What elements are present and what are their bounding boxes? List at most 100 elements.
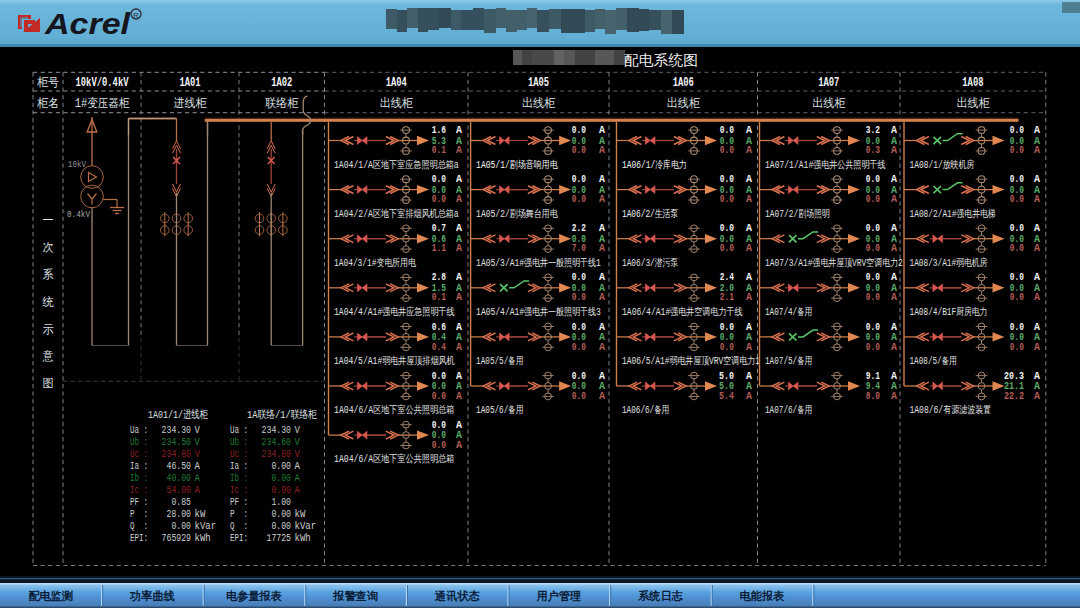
svg-text:1A08/5/备用: 1A08/5/备用 [910, 356, 958, 367]
svg-text:0.0: 0.0 [866, 174, 880, 185]
svg-text:A: A [746, 391, 752, 402]
svg-text:1A06/3/潜污泵: 1A06/3/潜污泵 [622, 257, 679, 269]
svg-text:0.0: 0.0 [866, 342, 880, 353]
svg-text:V: V [295, 436, 301, 448]
svg-text:A: A [891, 391, 897, 402]
svg-text:0.0: 0.0 [432, 420, 446, 431]
svg-text:报警查询: 报警查询 [332, 590, 378, 603]
svg-text:A: A [1034, 145, 1040, 156]
svg-text:0.4: 0.4 [432, 342, 446, 353]
svg-text:V: V [295, 424, 301, 436]
svg-text:234.30: 234.30 [162, 424, 191, 436]
svg-text:0.0: 0.0 [572, 272, 586, 283]
svg-text:0.0: 0.0 [720, 145, 734, 156]
svg-text:A: A [746, 342, 752, 353]
svg-text:1A01/1/进线柜: 1A01/1/进线柜 [148, 408, 208, 421]
svg-text:234.80: 234.80 [262, 448, 291, 460]
svg-text:A: A [891, 194, 897, 205]
svg-text:0.3: 0.3 [866, 145, 880, 156]
svg-text:1A04/5/A1#弱电井屋顶排烟风机: 1A04/5/A1#弱电井屋顶排烟风机 [334, 355, 455, 367]
svg-text:进线柜: 进线柜 [174, 97, 208, 111]
svg-text:Ic :: Ic : [230, 484, 248, 496]
svg-text:0.7: 0.7 [432, 223, 446, 234]
svg-text:1A05/6/备用: 1A05/6/备用 [476, 405, 523, 416]
svg-text:1A04: 1A04 [386, 76, 407, 90]
svg-text:0.00: 0.00 [271, 508, 291, 520]
svg-text:A: A [456, 243, 462, 254]
svg-text:0.0: 0.0 [720, 223, 734, 234]
svg-text:A: A [891, 322, 897, 333]
svg-text:0.6: 0.6 [432, 322, 446, 333]
svg-text:A: A [456, 391, 462, 402]
svg-text:系: 系 [43, 268, 54, 282]
svg-text:统: 统 [43, 295, 54, 310]
svg-text:0.1: 0.1 [432, 292, 446, 303]
svg-text:0.0: 0.0 [572, 292, 586, 303]
svg-text:出线柜: 出线柜 [522, 96, 556, 111]
svg-text:9.1: 9.1 [866, 371, 880, 382]
svg-text:0.0: 0.0 [720, 243, 734, 254]
svg-text:A: A [456, 420, 462, 431]
svg-text:1A06/5/A1#弱电井屋顶VRV空调电力1: 1A06/5/A1#弱电井屋顶VRV空调电力1 [622, 355, 760, 367]
svg-text:A: A [599, 391, 605, 402]
svg-text:1A04/6/A区地下室公共照明总箱: 1A04/6/A区地下室公共照明总箱 [334, 453, 454, 465]
svg-text:Q :: Q : [230, 520, 248, 532]
svg-text:A: A [599, 342, 605, 353]
svg-text:0.0: 0.0 [1010, 125, 1024, 136]
svg-text:A: A [599, 322, 605, 333]
svg-text:0.0: 0.0 [432, 440, 446, 451]
svg-text:A: A [599, 243, 605, 254]
svg-text:0.0: 0.0 [572, 391, 586, 402]
svg-text:Ub :: Ub : [130, 436, 148, 448]
svg-text:1A08/1/放映机房: 1A08/1/放映机房 [910, 159, 975, 171]
svg-text:A: A [746, 125, 752, 136]
svg-text:A: A [599, 145, 605, 156]
svg-text:Ub :: Ub : [230, 436, 248, 448]
svg-text:电参量报表: 电参量报表 [226, 590, 282, 603]
svg-text:A: A [891, 292, 897, 303]
svg-text:A: A [456, 145, 462, 156]
svg-text:0.0: 0.0 [720, 125, 734, 136]
svg-text:0.0: 0.0 [1010, 272, 1024, 283]
svg-text:功率曲线: 功率曲线 [129, 589, 175, 603]
svg-text:234.50: 234.50 [162, 436, 191, 448]
svg-text:A: A [456, 174, 462, 185]
svg-text:0.0: 0.0 [866, 292, 880, 303]
svg-text:配电监测: 配电监测 [28, 590, 73, 603]
svg-text:A: A [195, 460, 201, 472]
svg-text:0.0: 0.0 [720, 174, 734, 185]
svg-text:A: A [295, 460, 301, 472]
svg-text:1A06/1/冷库电力: 1A06/1/冷库电力 [622, 159, 687, 171]
svg-text:1A01: 1A01 [179, 76, 200, 90]
svg-text:Ia :: Ia : [230, 460, 248, 472]
svg-text:0.0: 0.0 [1010, 174, 1024, 185]
svg-text:A: A [1034, 125, 1040, 136]
svg-text:A: A [746, 292, 752, 303]
svg-text:0.4kV: 0.4kV [67, 210, 91, 220]
svg-text:A: A [456, 194, 462, 205]
svg-text:kVar: kVar [195, 520, 217, 532]
svg-text:1A04/6/A区地下室公共照明总箱: 1A04/6/A区地下室公共照明总箱 [334, 404, 454, 416]
svg-text:234.80: 234.80 [162, 448, 191, 460]
svg-text:PF :: PF : [130, 496, 148, 508]
svg-text:kW: kW [195, 508, 206, 520]
svg-text:1A08: 1A08 [962, 76, 983, 90]
svg-text:图: 图 [43, 377, 54, 391]
svg-text:V: V [195, 448, 201, 460]
svg-text:Ua :: Ua : [230, 424, 248, 436]
svg-text:0.0: 0.0 [866, 223, 880, 234]
svg-text:0.0: 0.0 [572, 194, 586, 205]
svg-text:0.00: 0.00 [271, 472, 291, 484]
svg-text:Ua :: Ua : [130, 424, 148, 436]
svg-text:1A06/6/备用: 1A06/6/备用 [622, 405, 670, 416]
svg-text:0.0: 0.0 [866, 194, 880, 205]
svg-text:A: A [746, 322, 752, 333]
svg-text:1A07/4/备用: 1A07/4/备用 [765, 307, 813, 318]
svg-text:0.0: 0.0 [866, 243, 880, 254]
svg-text:出线柜: 出线柜 [380, 96, 414, 111]
svg-text:0.0: 0.0 [1010, 243, 1024, 254]
svg-text:通讯状态: 通讯状态 [434, 590, 480, 603]
svg-text:A: A [891, 342, 897, 353]
svg-text:1A06/2/生活泵: 1A06/2/生活泵 [622, 208, 679, 220]
svg-text:A: A [599, 292, 605, 303]
